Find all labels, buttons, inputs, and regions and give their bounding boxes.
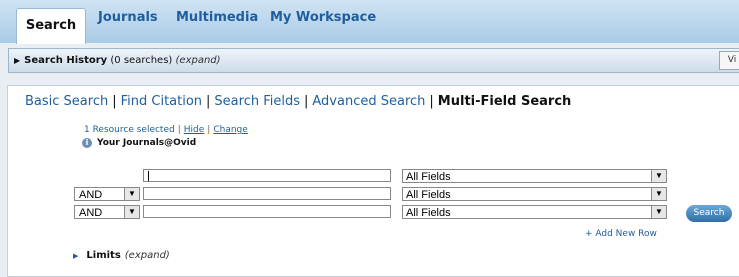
view-button[interactable]: Vi [719,51,739,70]
search-history-bar[interactable]: ▶ Search History (0 searches) (expand) Vi [8,48,739,73]
add-new-row-link[interactable]: + Add New Row [585,229,657,239]
text-cursor [148,171,149,181]
chevron-down-icon[interactable]: ▼ [124,206,139,218]
field-select-value: All Fields [406,207,451,219]
tab-my-workspace[interactable]: My Workspace [270,10,376,25]
selected-resource: i Your Journals@Ovid [82,138,196,148]
search-term-input-1[interactable] [143,169,391,182]
limits-label: Limits [86,250,121,261]
search-history-expand[interactable]: (expand) [176,55,221,66]
resources-selected-text: 1 Resource selected [84,125,175,135]
resource-separator: | [177,125,181,135]
mode-search-fields[interactable]: Search Fields [214,94,300,109]
operator-select-3[interactable]: AND ▼ [74,205,140,219]
chevron-down-icon[interactable]: ▼ [651,188,666,200]
chevron-down-icon[interactable]: ▼ [651,206,666,218]
field-select-2[interactable]: All Fields ▼ [402,187,667,201]
chevron-down-icon[interactable]: ▼ [124,188,139,200]
resource-separator: | [207,125,211,135]
operator-select-2[interactable]: AND ▼ [74,187,140,201]
mode-advanced-search[interactable]: Advanced Search [312,94,425,109]
search-term-input-3[interactable] [143,205,391,218]
mode-separator: | [429,94,434,109]
search-history-count: (0 searches) [110,55,173,66]
change-link[interactable]: Change [213,125,247,135]
resource-selection-line: 1 Resource selected | Hide | Change [84,125,248,135]
expand-arrow-icon: ▶ [73,252,79,260]
field-select-value: All Fields [406,189,451,201]
operator-value: AND [79,207,103,219]
resource-name: Your Journals@Ovid [97,138,197,148]
search-panel: Basic Search | Find Citation | Search Fields… [7,85,739,277]
search-term-input-2[interactable] [143,187,391,200]
expand-arrow-icon: ▶ [14,56,21,65]
mode-separator: | [304,94,309,109]
info-icon: i [82,138,92,148]
field-select-1[interactable]: All Fields ▼ [402,169,667,183]
tab-multimedia[interactable]: Multimedia [176,10,258,25]
chevron-down-icon[interactable]: ▼ [651,170,666,182]
field-select-value: All Fields [406,171,451,183]
search-button[interactable]: Search [686,205,732,222]
mode-find-citation[interactable]: Find Citation [121,94,202,109]
hide-link[interactable]: Hide [184,125,205,135]
mode-basic-search[interactable]: Basic Search [25,94,108,109]
limits-toggle[interactable]: ▶ Limits (expand) [73,250,170,261]
limits-expand[interactable]: (expand) [125,250,170,261]
main-tab-bar: Search Journals Multimedia My Workspace [0,0,739,44]
mode-separator: | [112,94,117,109]
tab-search[interactable]: Search [16,8,86,44]
mode-separator: | [206,94,211,109]
operator-value: AND [79,189,103,201]
search-history-title: Search History [24,55,108,66]
search-mode-nav: Basic Search | Find Citation | Search Fields… [25,94,571,109]
field-select-3[interactable]: All Fields ▼ [402,205,667,219]
tab-journals[interactable]: Journals [98,10,158,25]
mode-multi-field-search: Multi-Field Search [437,94,572,109]
